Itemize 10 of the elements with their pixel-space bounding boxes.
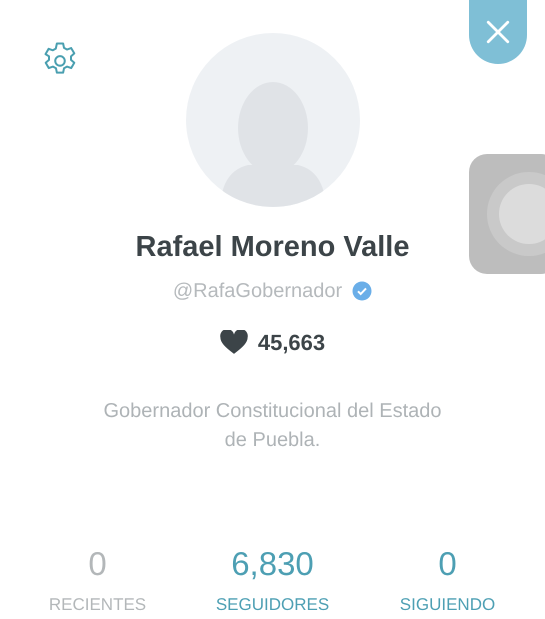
avatar-placeholder-icon [186, 33, 360, 207]
close-icon [485, 19, 511, 45]
profile-handle: @RafaGobernador [172, 279, 342, 304]
stat-tab[interactable]: 0 SIGUIENDO [360, 547, 535, 613]
stat-tab[interactable]: 6,830 SEGUIDORES [185, 547, 360, 613]
likes-count: 45,663 [258, 329, 326, 357]
profile-bio: Gobernador Constitucional del Estado de Puebla. [102, 399, 442, 453]
heart-icon [220, 330, 248, 355]
profile-name: Rafael Moreno Valle [136, 233, 410, 262]
close-button[interactable] [469, 0, 527, 64]
